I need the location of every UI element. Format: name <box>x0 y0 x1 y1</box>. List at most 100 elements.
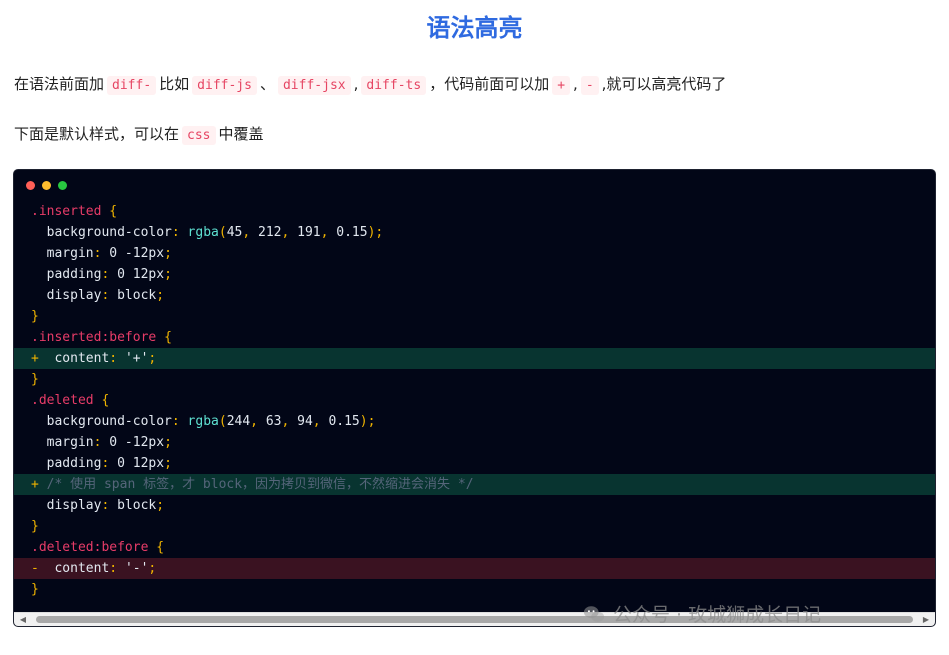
inline-code-minus: - <box>580 76 599 95</box>
code-token: } <box>31 582 39 597</box>
code-token: ; <box>156 288 165 303</box>
code-token: ; <box>156 498 165 513</box>
intro-paragraph: 在语法前面加 diff- 比如 diff-js、 diff-jsx, diff-ts ，代码… <box>14 73 726 97</box>
code-token: ; <box>164 246 172 261</box>
code-token: background-color <box>46 414 172 429</box>
code-token: , <box>281 414 298 429</box>
code-token: + <box>31 351 39 366</box>
code-line: .deleted { <box>14 390 935 411</box>
code-line: display: block; <box>14 495 935 516</box>
code-line: background-color: rgba(45, 212, 191, 0.1… <box>14 222 935 243</box>
watermark: 公众号 · 玫城狮成长日记 <box>583 600 821 627</box>
code-token: 45 <box>226 225 243 240</box>
code-line: margin: 0 -12px; <box>14 432 935 453</box>
code-token: content <box>54 561 110 576</box>
code-token: 0 12px <box>117 267 165 282</box>
code-token: { <box>164 330 172 345</box>
code-token: .inserted <box>31 204 102 219</box>
code-line: .inserted:before { <box>14 327 935 348</box>
code-token: .deleted:before <box>31 540 149 555</box>
code-token: , <box>320 225 337 240</box>
para1-text-1: 在语法前面加 <box>14 75 105 93</box>
para1-text-5: ，代码前面可以加 <box>429 75 550 93</box>
code-token: rgba <box>187 414 219 429</box>
code-token: : <box>171 225 188 240</box>
code-token: '+' <box>124 351 149 366</box>
maximize-dot-icon <box>58 181 67 190</box>
code-token: block <box>117 498 157 513</box>
code-token: : <box>93 435 110 450</box>
code-token: : <box>109 561 125 576</box>
code-token: 63 <box>265 414 282 429</box>
code-token: margin <box>46 246 94 261</box>
code-line-inserted: + /* 使用 span 标签，才 block，因为拷贝到微信，不然缩进会消失 … <box>14 474 935 495</box>
code-token: - <box>31 561 39 576</box>
para1-text-2: 比如 <box>159 75 190 93</box>
code-token: content <box>54 351 110 366</box>
page-title: 语法高亮 <box>426 14 523 42</box>
code-token: 212 <box>258 225 282 240</box>
code-token: .inserted:before <box>31 330 157 345</box>
code-token: : <box>171 414 188 429</box>
para1-text-3: 、 <box>259 75 275 93</box>
code-token: 244 <box>226 414 251 429</box>
scroll-right-icon[interactable]: ▶ <box>919 614 933 626</box>
minimize-dot-icon <box>42 181 51 190</box>
code-token: : <box>101 267 118 282</box>
code-token: margin <box>46 435 94 450</box>
code-token: } <box>31 519 39 534</box>
code-content: .inserted { background-color: rgba(45, 2… <box>14 201 935 600</box>
para2-text-1: 下面是默认样式，可以在 <box>14 125 180 143</box>
code-token: 0 -12px <box>109 435 165 450</box>
code-token: : <box>101 456 118 471</box>
code-token: { <box>101 393 110 408</box>
para2-text-2: 中覆盖 <box>218 125 264 143</box>
code-line: padding: 0 12px; <box>14 453 935 474</box>
wechat-icon <box>583 605 605 622</box>
code-token: 94 <box>297 414 313 429</box>
code-token: } <box>31 309 39 324</box>
code-token: padding <box>46 456 102 471</box>
code-token: rgba <box>187 225 219 240</box>
code-token: ; <box>164 456 172 471</box>
para1-text-7: ,就可以高亮代码了 <box>601 75 727 93</box>
code-token: ( <box>218 414 227 429</box>
code-token: 0.15 <box>328 414 360 429</box>
inline-code-diff: diff- <box>107 76 157 95</box>
code-line: } <box>14 516 935 537</box>
code-line: } <box>14 306 935 327</box>
inline-code-diff-js: diff-js <box>192 76 257 95</box>
code-line-inserted: + content: '+'; <box>14 348 935 369</box>
code-line-deleted: - content: '-'; <box>14 558 935 579</box>
code-token: ; <box>164 435 172 450</box>
inline-code-css: css <box>182 126 216 145</box>
code-token: , <box>250 414 266 429</box>
code-token: block <box>117 288 157 303</box>
watermark-text: 公众号 · 玫城狮成长日记 <box>613 604 822 626</box>
code-token: display <box>46 498 102 513</box>
code-token: 191 <box>297 225 321 240</box>
inline-code-plus: + <box>552 76 571 95</box>
scroll-left-icon[interactable]: ◀ <box>16 614 30 626</box>
code-token: background-color <box>46 225 172 240</box>
para1-text-6: , <box>573 75 578 93</box>
code-token: , <box>242 225 258 240</box>
code-line: .deleted:before { <box>14 537 935 558</box>
code-block: .inserted { background-color: rgba(45, 2… <box>13 169 936 627</box>
inline-code-diff-jsx: diff-jsx <box>277 76 351 95</box>
code-line: margin: 0 -12px; <box>14 243 935 264</box>
code-token: ; <box>164 267 172 282</box>
code-token: .deleted <box>31 393 94 408</box>
code-token: : <box>109 351 125 366</box>
code-line: } <box>14 369 935 390</box>
code-token: 0 -12px <box>109 246 165 261</box>
code-token: 0 12px <box>117 456 165 471</box>
